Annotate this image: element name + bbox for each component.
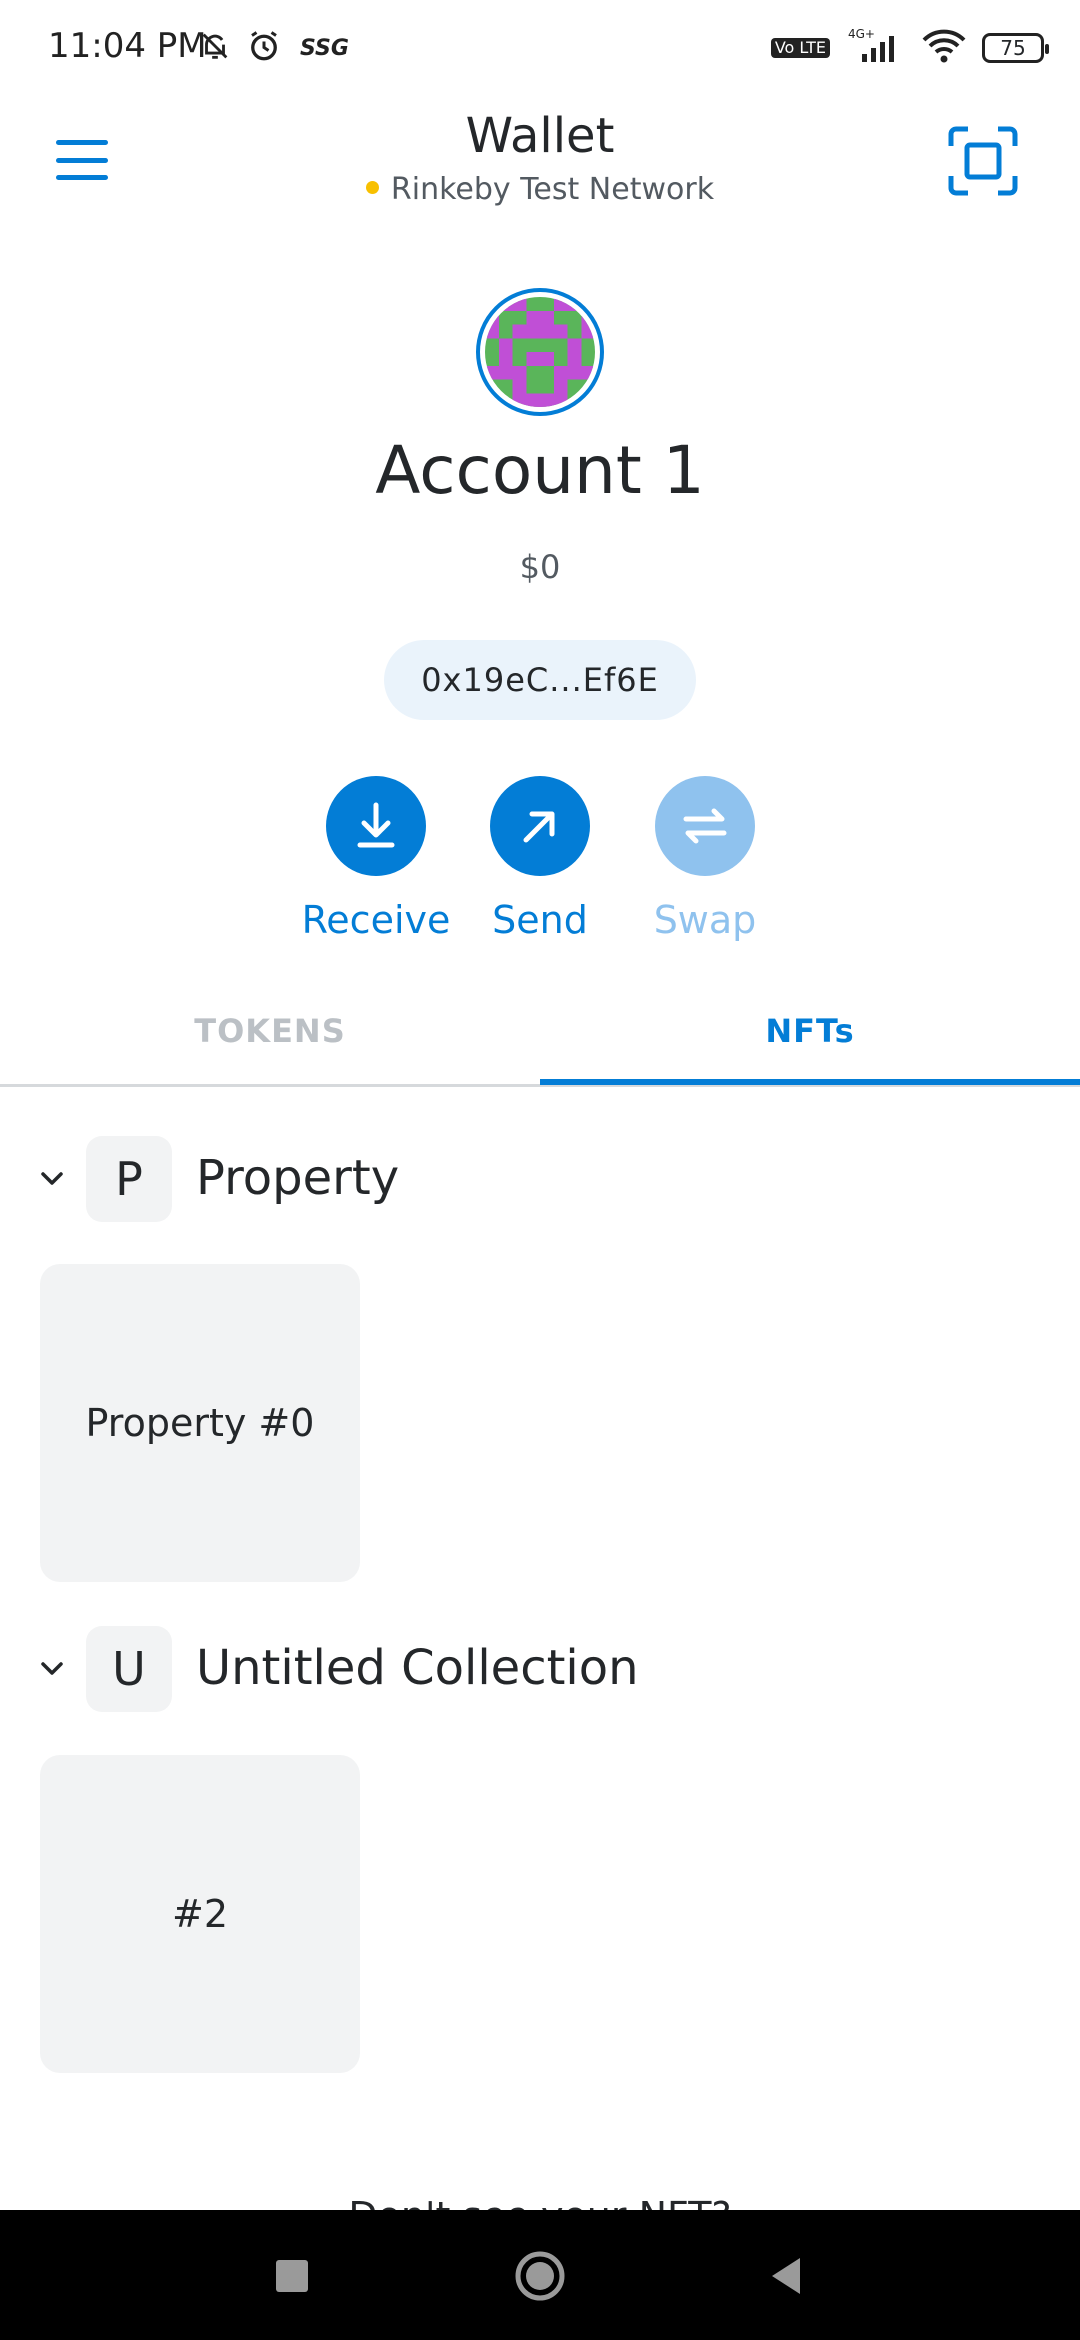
battery-indicator: 75	[982, 33, 1049, 63]
send-label: Send	[492, 898, 588, 942]
chevron-down-icon[interactable]	[36, 1652, 68, 1684]
network-speed-text: SSG	[300, 35, 349, 61]
tab-tokens[interactable]: TOKENS	[0, 975, 540, 1087]
qr-scan-icon[interactable]	[948, 126, 1018, 196]
home-icon[interactable]	[512, 2248, 568, 2304]
swap-icon	[683, 808, 727, 844]
page-title: Wallet	[465, 108, 615, 164]
volte-badge: Vo LTE	[770, 38, 830, 58]
wifi-icon	[920, 28, 968, 68]
collection-letter: P	[86, 1136, 172, 1222]
nft-card[interactable]: Property #0	[40, 1264, 360, 1582]
arrow-up-right-icon	[523, 811, 555, 843]
collection-name: Property	[196, 1150, 400, 1206]
import-nft-prompt[interactable]: Don't see your NFT?	[0, 2190, 1080, 2212]
collection-name: Untitled Collection	[196, 1640, 639, 1696]
receive-label: Receive	[301, 898, 451, 942]
bell-muted-icon	[198, 29, 232, 67]
asset-tabs: TOKENS NFTs	[0, 975, 1080, 1087]
status-time: 11:04 PM	[48, 26, 207, 66]
swap-label: Swap	[653, 898, 757, 942]
active-tab-indicator	[540, 1079, 1080, 1085]
signal-type-label: 4G+	[848, 27, 875, 41]
collection-letter: U	[86, 1626, 172, 1712]
system-nav-bar	[0, 2210, 1080, 2340]
nft-card[interactable]: #2	[40, 1755, 360, 2073]
send-button[interactable]: Send	[460, 776, 620, 942]
network-selector[interactable]: Rinkeby Test Network	[0, 172, 1080, 207]
collection-header-untitled[interactable]: U Untitled Collection	[0, 1626, 1080, 1716]
status-bar: 11:04 PM SSG Vo LTE 4G+ 75	[0, 0, 1080, 100]
alarm-icon	[246, 28, 282, 68]
receive-button[interactable]: Receive	[296, 776, 456, 942]
signal-icon: 4G+	[844, 26, 906, 70]
network-status-dot	[365, 181, 379, 194]
tab-nfts[interactable]: NFTs	[540, 975, 1080, 1087]
network-name: Rinkeby Test Network	[390, 172, 715, 207]
chevron-down-icon[interactable]	[36, 1162, 68, 1194]
swap-button[interactable]: Swap	[625, 776, 785, 942]
download-icon	[357, 802, 395, 848]
recents-icon[interactable]	[264, 2248, 320, 2304]
app-header: Wallet Rinkeby Test Network	[0, 100, 1080, 230]
back-icon[interactable]	[760, 2248, 816, 2304]
account-avatar[interactable]	[476, 288, 604, 416]
account-name[interactable]: Account 1	[0, 432, 1080, 509]
account-address-button[interactable]: 0x19eC...Ef6E	[384, 640, 696, 720]
account-balance: $0	[519, 548, 561, 586]
collection-header-property[interactable]: P Property	[0, 1136, 1080, 1226]
